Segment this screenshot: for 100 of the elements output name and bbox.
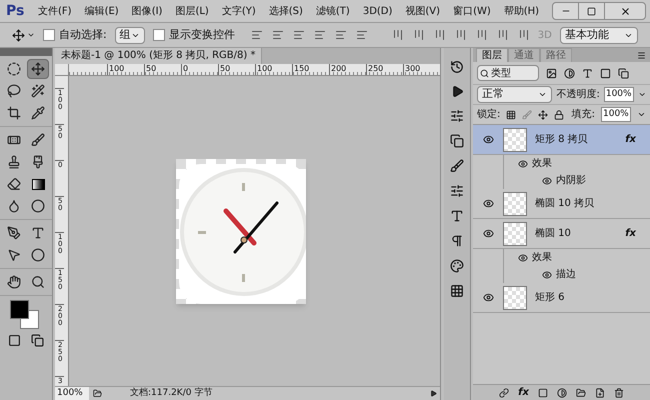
sliders-icon[interactable] bbox=[450, 184, 464, 198]
menu-item[interactable]: 编辑(E) bbox=[84, 4, 119, 18]
menu-item[interactable]: 文件(F) bbox=[38, 4, 72, 18]
fx-button[interactable]: fx bbox=[518, 385, 529, 400]
effect-label: 描边 bbox=[556, 268, 576, 282]
eye-icon[interactable] bbox=[482, 292, 494, 303]
menu-item[interactable]: 选择(S) bbox=[268, 4, 303, 18]
quick-mask-icon[interactable] bbox=[8, 334, 21, 347]
brush-icon bbox=[31, 155, 45, 169]
panel-tab[interactable]: 路径 bbox=[540, 48, 572, 62]
eye-icon[interactable] bbox=[542, 270, 552, 280]
horizontal-ruler: 100 50 0 50 100 150 200 250 300 bbox=[69, 64, 440, 75]
link-icon[interactable] bbox=[499, 388, 510, 398]
checkbox[interactable] bbox=[43, 29, 55, 41]
menu-item[interactable]: 文字(Y) bbox=[222, 4, 256, 18]
layer-row[interactable]: 椭圆 10 拷贝 bbox=[473, 189, 650, 219]
paragraph-icon[interactable] bbox=[450, 234, 464, 248]
eye-icon[interactable] bbox=[542, 176, 552, 186]
menu-item[interactable]: 窗口(W) bbox=[453, 4, 491, 18]
panel-menu-icon[interactable] bbox=[637, 51, 646, 60]
type-filter-icon[interactable] bbox=[582, 68, 593, 78]
pointer-icon bbox=[7, 248, 21, 262]
document-tab[interactable]: 未标题-1 @ 100% (矩形 8 拷贝, RGB/8) * bbox=[55, 48, 262, 64]
type-icon[interactable] bbox=[450, 209, 464, 223]
panel-tab[interactable]: 通道 bbox=[508, 48, 540, 62]
circle-icon bbox=[31, 199, 45, 213]
grid-icon[interactable] bbox=[450, 284, 464, 298]
new-layer-icon[interactable] bbox=[594, 388, 605, 398]
stamp-icon bbox=[7, 155, 21, 169]
play-icon[interactable] bbox=[430, 390, 437, 397]
mask-icon[interactable] bbox=[538, 388, 548, 398]
opacity-field[interactable]: 100% bbox=[604, 86, 634, 102]
zoom-icon bbox=[31, 275, 45, 289]
shape-filter-icon[interactable] bbox=[600, 68, 611, 78]
tool-button[interactable] bbox=[27, 59, 49, 79]
checkbox[interactable] bbox=[152, 29, 165, 41]
eye-icon[interactable] bbox=[482, 228, 494, 239]
eye-icon[interactable] bbox=[482, 134, 494, 145]
layer-name: 矩形 6 bbox=[535, 291, 566, 305]
play-icon[interactable] bbox=[450, 85, 464, 98]
caret-icon bbox=[538, 90, 548, 99]
brush-icon bbox=[31, 133, 45, 147]
menu-item[interactable]: 图层(L) bbox=[175, 4, 209, 18]
history-icon[interactable] bbox=[450, 60, 464, 74]
layer-thumbnail bbox=[503, 128, 527, 152]
eye-icon[interactable] bbox=[518, 158, 528, 168]
palette-icon[interactable] bbox=[450, 259, 464, 273]
layer-row[interactable]: 矩形 6 bbox=[473, 283, 650, 313]
fill-field[interactable]: 100% bbox=[601, 106, 631, 122]
layer-thumbnail bbox=[503, 192, 527, 216]
smart-object-filter-icon[interactable] bbox=[618, 68, 629, 78]
eye-icon[interactable] bbox=[482, 198, 494, 209]
caret-icon[interactable] bbox=[638, 90, 646, 99]
pen-icon bbox=[7, 226, 21, 240]
fx-label: fx bbox=[625, 133, 636, 147]
checkbox-label: 自动选择: bbox=[59, 26, 107, 43]
move-icon[interactable] bbox=[538, 110, 548, 120]
copy-icon[interactable] bbox=[450, 134, 464, 148]
menu-item[interactable]: 视图(V) bbox=[405, 4, 440, 18]
layer-row[interactable]: 椭圆 10 fx bbox=[473, 219, 650, 249]
lock-label: 锁定: bbox=[477, 108, 500, 122]
eraser-icon bbox=[7, 177, 21, 191]
sliders-icon[interactable] bbox=[450, 109, 464, 123]
app-logo: Ps bbox=[6, 2, 26, 20]
workspace-dropdown[interactable]: 基本功能 bbox=[560, 26, 638, 44]
adjustment-filter-icon[interactable] bbox=[564, 68, 575, 78]
color-swatches-icon[interactable] bbox=[10, 300, 42, 330]
auto-select-dropdown[interactable]: 组 bbox=[114, 26, 145, 44]
adjustment-icon[interactable] bbox=[556, 388, 567, 398]
export-icon[interactable] bbox=[93, 389, 102, 398]
eye-icon[interactable] bbox=[518, 252, 528, 262]
blend-mode-dropdown[interactable]: 正常 bbox=[477, 86, 552, 103]
folder-icon[interactable] bbox=[576, 388, 586, 398]
crop-icon bbox=[7, 106, 21, 120]
menu-item[interactable]: 滤镜(T) bbox=[316, 4, 350, 18]
lock-pixels-icon[interactable] bbox=[506, 110, 516, 120]
effect-label: 效果 bbox=[532, 157, 552, 171]
close-icon bbox=[620, 6, 630, 16]
image-filter-icon[interactable] bbox=[546, 68, 557, 78]
layer-thumbnail bbox=[503, 286, 527, 310]
trash-icon[interactable] bbox=[614, 388, 624, 398]
toolbar-grip[interactable] bbox=[0, 48, 52, 56]
panel-tab[interactable]: 图层 bbox=[476, 48, 508, 62]
menu-item[interactable]: 帮助(H) bbox=[504, 4, 540, 18]
filter-dropdown[interactable]: 类型 bbox=[477, 65, 539, 81]
effect-label: 效果 bbox=[532, 251, 552, 265]
move-tool-preset[interactable] bbox=[12, 28, 35, 42]
lasso-icon bbox=[7, 84, 21, 98]
caret-icon[interactable] bbox=[637, 110, 646, 119]
droplet-icon bbox=[7, 199, 21, 213]
screen-mode-icon[interactable] bbox=[31, 334, 44, 347]
ellipse-dashed-icon bbox=[7, 62, 21, 76]
menu-item[interactable]: 3D(D) bbox=[362, 4, 392, 18]
menu-item[interactable]: 图像(I) bbox=[132, 4, 162, 18]
brush-icon[interactable] bbox=[450, 159, 464, 173]
zoom-field[interactable]: 100% bbox=[55, 386, 89, 400]
layer-row[interactable]: 矩形 8 拷贝 fx bbox=[473, 125, 650, 155]
layer-thumbnail bbox=[503, 222, 527, 246]
lock-icon[interactable] bbox=[554, 110, 564, 120]
layer-name: 矩形 8 拷贝 bbox=[535, 133, 589, 147]
